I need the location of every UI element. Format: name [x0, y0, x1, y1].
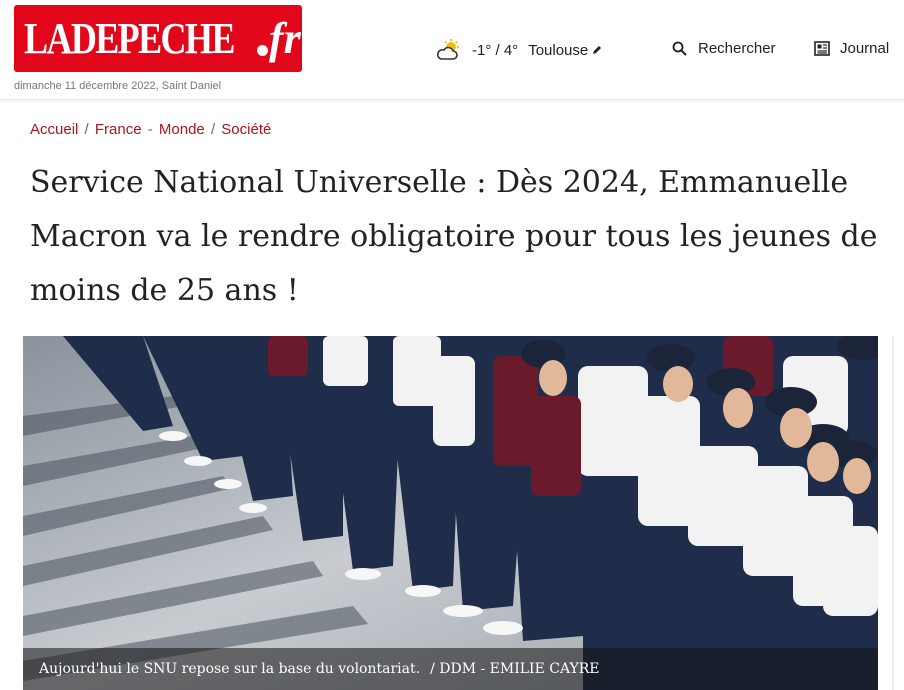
search-label: Rechercher: [698, 40, 776, 57]
breadcrumb-separator: -: [147, 121, 153, 138]
photo-caption: Aujourd'hui le SNU repose sur la base du…: [39, 661, 421, 677]
search-icon: [672, 41, 687, 56]
site-header: LADEPECHE fr dimanche 11 décembre 2022, …: [0, 0, 904, 100]
breadcrumb-item-accueil[interactable]: Accueil: [30, 121, 78, 138]
journal-label: Journal: [840, 40, 890, 57]
photo-caption-bar: Aujourd'hui le SNU repose sur la base du…: [23, 648, 878, 690]
partly-cloudy-icon: [437, 39, 459, 60]
breadcrumb: Accueil / France - Monde / Société: [30, 121, 271, 138]
breadcrumb-item-monde[interactable]: Monde: [159, 121, 205, 138]
article-photo[interactable]: Aujourd'hui le SNU repose sur la base du…: [23, 336, 878, 690]
journal-button[interactable]: Journal: [814, 40, 889, 57]
photo-credit: / DDM - EMILIE CAYRE: [430, 661, 600, 677]
breadcrumb-separator: /: [84, 121, 89, 138]
pencil-icon[interactable]: [592, 45, 602, 55]
site-logo[interactable]: LADEPECHE fr: [14, 5, 302, 72]
breadcrumb-separator: /: [210, 121, 216, 138]
breadcrumb-item-societe[interactable]: Société: [221, 121, 271, 138]
logo-dot: [257, 45, 268, 56]
logo-wordmark: LADEPECHE: [24, 14, 235, 63]
search-button[interactable]: Rechercher: [672, 40, 776, 57]
weather-widget[interactable]: -1° / 4° Toulouse: [436, 37, 602, 63]
temperature: -1° / 4°: [472, 41, 519, 59]
page-edge: [892, 336, 894, 690]
weather-city[interactable]: Toulouse: [528, 42, 588, 59]
newspaper-icon: [814, 41, 830, 56]
article-title: Service National Universelle : Dès 2024,…: [30, 165, 878, 308]
date-line: dimanche 11 décembre 2022, Saint Daniel: [14, 80, 222, 92]
logo-tld: fr: [269, 14, 301, 63]
breadcrumb-item-france[interactable]: France: [95, 121, 142, 138]
photo-young-people-in-line: [23, 336, 878, 690]
